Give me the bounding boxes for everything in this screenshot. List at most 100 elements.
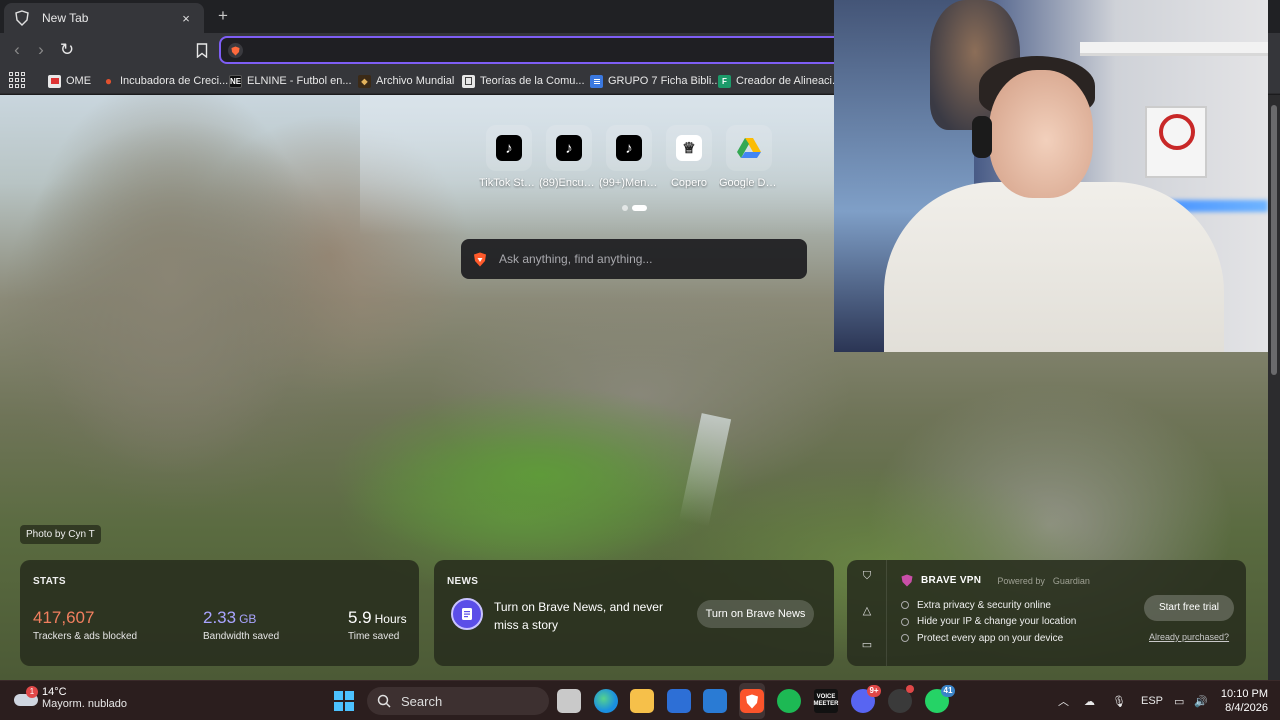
search-placeholder: Ask anything, find anything... (499, 252, 653, 266)
stats-heading: STATS (33, 576, 66, 587)
bookmark-item[interactable]: Teorías de la Comu... (462, 72, 585, 90)
network-icon[interactable]: ▭ (1174, 681, 1184, 720)
bandwidth-value: 2.33 (203, 608, 237, 627)
vpn-powered-by: Powered by (997, 575, 1045, 586)
vpn-title-row: BRAVE VPN Powered by Guardian (901, 574, 1090, 587)
turn-on-news-button[interactable]: Turn on Brave News (697, 600, 814, 628)
microphone-icon[interactable]: 🎙 (1112, 681, 1126, 720)
clock-time: 10:10 PM (1220, 688, 1268, 700)
person-body (884, 182, 1224, 352)
top-site-label: Copero (670, 177, 708, 189)
shelf (1080, 42, 1268, 56)
tab-title: New Tab (42, 11, 89, 25)
background-valley (330, 385, 750, 565)
brave-browser-icon[interactable] (740, 689, 764, 713)
volume-icon[interactable]: 🔊 (1194, 681, 1208, 720)
tray-overflow-icon[interactable]: ︿ (1058, 681, 1069, 720)
edge-icon[interactable] (594, 689, 618, 713)
already-purchased-link[interactable]: Already purchased? (1149, 632, 1229, 642)
bookmark-item[interactable]: F Creador de Alineaci... (718, 72, 841, 90)
reload-button[interactable]: ↻ (56, 39, 78, 61)
weather-widget[interactable]: 1 14°C Mayorm. nublado (14, 686, 127, 710)
check-icon (901, 601, 909, 610)
bookmark-page-button[interactable] (191, 39, 213, 61)
vpn-partner: Guardian (1052, 575, 1090, 586)
trophy-icon: ♕ (676, 135, 702, 161)
start-free-trial-button[interactable]: Start free trial (1144, 595, 1234, 621)
clock-date: 8/4/2026 (1225, 702, 1268, 714)
start-button[interactable] (332, 689, 356, 713)
task-view-icon[interactable] (557, 689, 581, 713)
top-site-tile[interactable]: ♕ Copero (661, 125, 717, 189)
headset (972, 116, 992, 158)
new-tab-button[interactable]: + (213, 6, 233, 26)
scrollbar-thumb[interactable] (1271, 105, 1277, 375)
tiktok-icon: ♪ (496, 135, 522, 161)
time-label: Time saved (348, 631, 400, 642)
bandwidth-unit: GB (239, 612, 257, 626)
google-drive-icon (736, 135, 762, 161)
news-icon (451, 598, 483, 630)
onedrive-icon[interactable]: ☁ (1084, 681, 1095, 720)
top-site-tile[interactable]: ♪ (99+)Mens... (599, 125, 659, 189)
whatsapp-icon[interactable]: 41 (925, 685, 955, 713)
webcam-overlay (834, 0, 1268, 352)
spotify-icon[interactable] (777, 689, 801, 713)
trackers-label: Trackers & ads blocked (33, 631, 138, 642)
top-site-tile[interactable]: Google Drive (719, 125, 779, 189)
newtab-search-box[interactable]: Ask anything, find anything... (461, 239, 807, 279)
tiktok-icon: ♪ (556, 135, 582, 161)
vpn-feature: Protect every app on your device (901, 630, 1076, 647)
discord-badge: 9+ (867, 685, 881, 697)
apps-grid-icon[interactable] (9, 72, 25, 88)
windows-logo-icon (334, 691, 354, 711)
time-unit: Hours (374, 612, 407, 626)
top-sites: ♪ TikTok Stu... ♪ (89)Encuen... ♪ (99+)M… (479, 125, 779, 189)
news-heading: NEWS (447, 576, 479, 587)
top-sites-pager[interactable] (622, 205, 647, 211)
store-icon[interactable] (667, 689, 691, 713)
tiktok-icon: ♪ (616, 135, 642, 161)
bookmark-item[interactable]: GRUPO 7 Ficha Bibli... (590, 72, 720, 90)
forward-button[interactable]: › (30, 39, 52, 61)
archive-icon: ◆ (358, 74, 371, 88)
page-scrollbar[interactable] (1268, 95, 1280, 680)
top-site-label: TikTok Stu... (479, 177, 539, 189)
stats-card: STATS 417,607 Trackers & ads blocked 2.3… (20, 560, 419, 666)
photo-credit[interactable]: Photo by Cyn T (20, 525, 101, 544)
vpn-feature: Extra privacy & security online (901, 597, 1076, 614)
system-clock[interactable]: 10:10 PM 8/4/2026 (1220, 687, 1268, 715)
top-site-label: (89)Encuen... (539, 177, 599, 189)
mail-app-icon[interactable] (703, 689, 727, 713)
top-site-tile[interactable]: ♪ TikTok Stu... (479, 125, 539, 189)
tab-new-tab[interactable]: New Tab × (4, 3, 204, 33)
warning-icon[interactable]: △ (859, 604, 875, 620)
bandwidth-label: Bandwidth saved (203, 631, 280, 642)
voicemeeter-icon[interactable]: VOICE MEETER (814, 689, 839, 713)
file-explorer-icon[interactable] (630, 689, 654, 713)
bookmark-item[interactable]: ● Incubadora de Creci... (102, 72, 228, 90)
discord-icon[interactable]: 9+ (851, 685, 881, 713)
taskbar-search[interactable]: Search (367, 687, 549, 715)
bookmark-item[interactable]: ◆ Archivo Mundial (358, 72, 454, 90)
tab-close-icon[interactable]: × (178, 11, 194, 26)
back-button[interactable]: ‹ (6, 39, 28, 61)
bookmark-item[interactable]: NE ELNINE - Futbol en... (229, 72, 352, 90)
vpn-feature-list: Extra privacy & security online Hide you… (901, 597, 1076, 647)
bookmark-item[interactable]: OME (48, 72, 91, 90)
flame-icon: ● (104, 74, 113, 88)
top-site-label: Google Drive (719, 177, 779, 189)
check-icon (901, 634, 909, 643)
top-site-tile[interactable]: ♪ (89)Encuen... (539, 125, 599, 189)
rewards-icon[interactable]: ▭ (859, 638, 875, 654)
steam-icon[interactable] (888, 685, 914, 713)
trackers-stat: 417,607 Trackers & ads blocked (33, 608, 137, 642)
shield-icon[interactable]: ⛉ (859, 570, 875, 586)
person-head (989, 70, 1093, 198)
search-label: Search (401, 693, 443, 709)
vpn-card: ⛉ △ ▭ BRAVE VPN Powered by Guardian Extr… (847, 560, 1246, 666)
weather-badge: 1 (26, 686, 38, 698)
cloudy-weather-icon: 1 (14, 686, 38, 710)
brave-lion-icon (474, 252, 486, 266)
language-indicator[interactable]: ESP (1141, 681, 1163, 720)
